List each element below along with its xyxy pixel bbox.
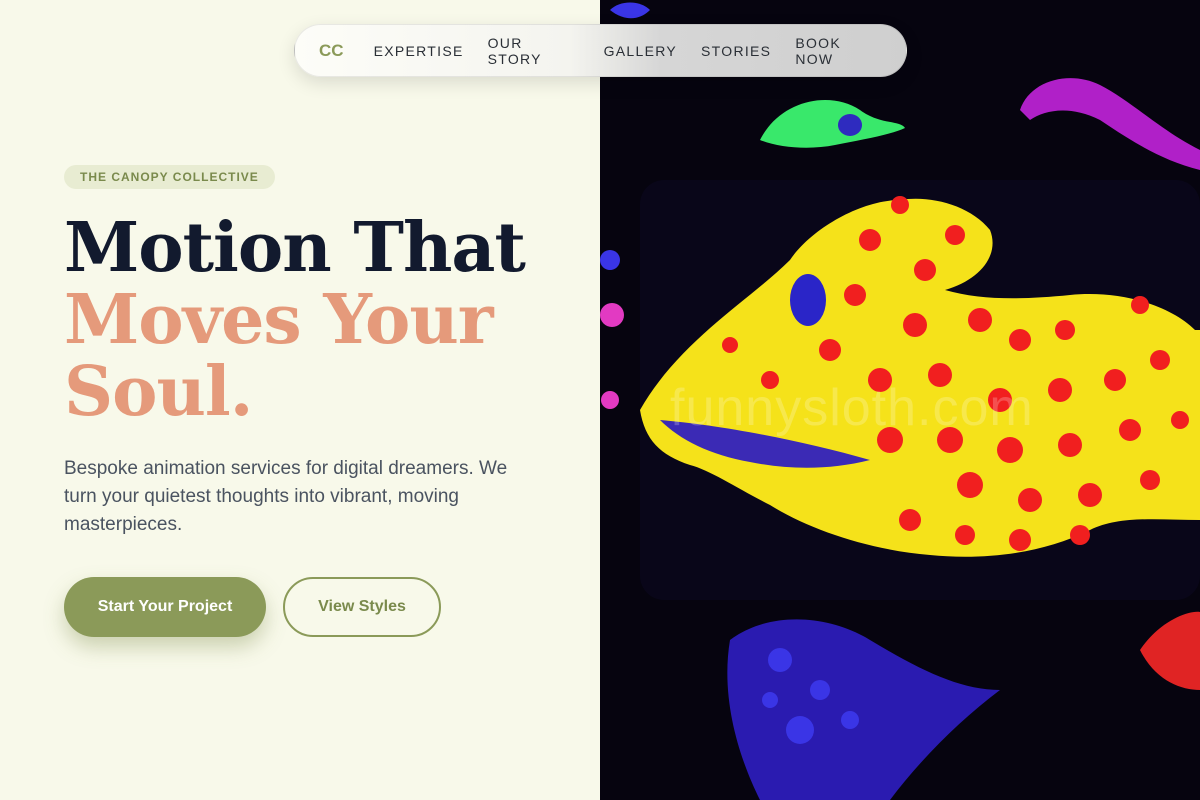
start-project-button[interactable]: Start Your Project	[64, 577, 266, 637]
headline-line-3: Soul.	[64, 352, 253, 432]
headline-line-2: Moves Your	[64, 280, 494, 360]
hero-section: THE CANOPY COLLECTIVE Motion That Moves …	[0, 0, 600, 800]
nav-item-gallery[interactable]: GALLERY	[604, 43, 677, 59]
top-navigation: CC EXPERTISE OUR STORY GALLERY STORIES B…	[294, 24, 907, 77]
nav-item-expertise[interactable]: EXPERTISE	[374, 43, 464, 59]
view-styles-button[interactable]: View Styles	[283, 577, 441, 637]
brand-logo[interactable]: CC	[319, 41, 344, 61]
brand-badge: THE CANOPY COLLECTIVE	[64, 165, 275, 189]
headline-line-1: Motion That	[64, 208, 526, 288]
nav-item-book-now[interactable]: BOOK NOW	[795, 35, 882, 67]
hero-description: Bespoke animation services for digital d…	[64, 458, 508, 535]
hero-headline: Motion That Moves Your Soul.	[64, 212, 584, 428]
nav-item-stories[interactable]: STORIES	[701, 43, 771, 59]
image-watermark: funnysloth.com	[670, 379, 1034, 437]
nav-item-our-story[interactable]: OUR STORY	[488, 35, 580, 67]
